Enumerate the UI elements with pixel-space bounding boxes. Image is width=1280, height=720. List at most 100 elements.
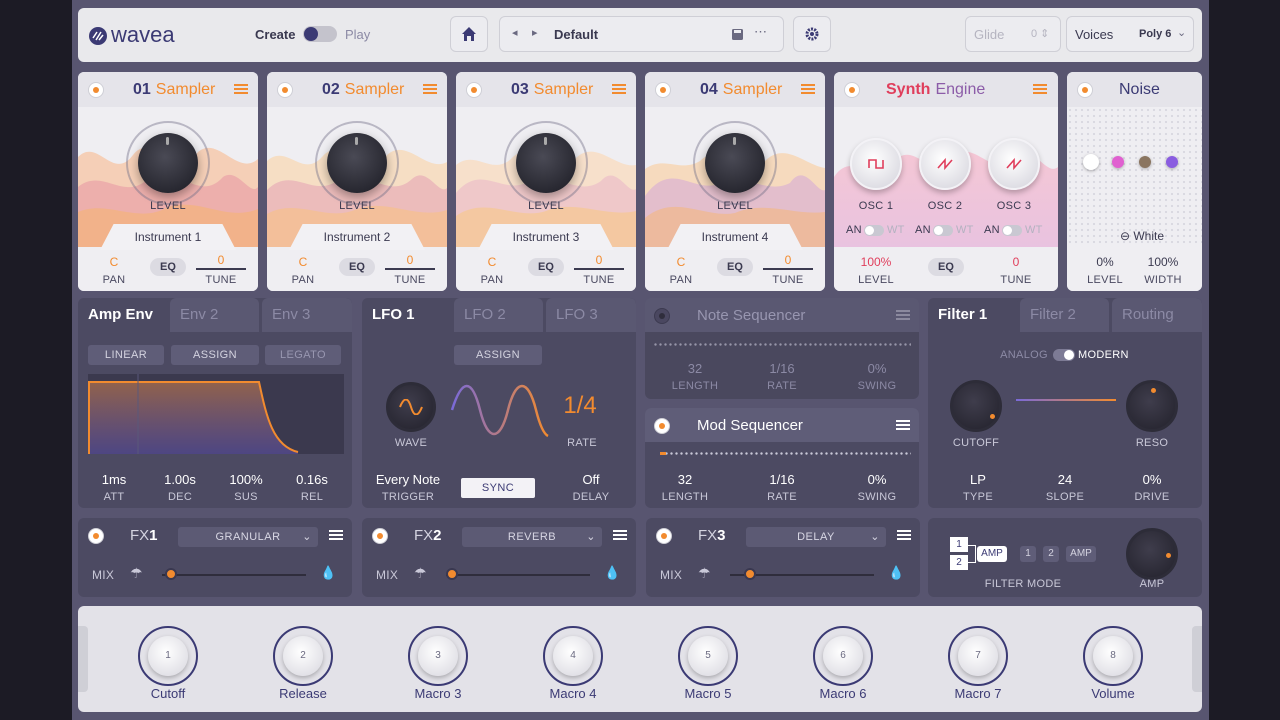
tab-lfo-3[interactable]: LFO 3	[546, 298, 636, 332]
sampler-3-tune-value[interactable]: 0	[574, 253, 624, 267]
parallel-filter-1[interactable]: 1	[950, 537, 968, 552]
macro-1-knob[interactable]: 1	[138, 626, 198, 686]
synth-tune-value[interactable]: 0	[986, 255, 1046, 269]
fx-1-effect-select[interactable]: GRANULAR ⌄	[178, 527, 318, 547]
create-play-toggle[interactable]	[303, 26, 337, 42]
trigger-value[interactable]: Every Note	[362, 472, 454, 487]
fx-2-sliders-icon[interactable]	[613, 528, 627, 542]
sampler-3-power-toggle[interactable]	[466, 82, 482, 98]
cutoff-knob[interactable]	[950, 380, 1002, 432]
sync-button[interactable]: SYNC	[461, 478, 535, 498]
tab-routing[interactable]: Routing	[1112, 298, 1202, 332]
drive-value[interactable]: 0%	[1122, 472, 1182, 487]
type-value[interactable]: LP	[948, 472, 1008, 487]
sampler-3-instrument[interactable]: Instrument 3	[478, 224, 614, 250]
settings-button[interactable]	[793, 16, 831, 52]
fx-3-mix-thumb[interactable]	[744, 568, 756, 580]
rate-value[interactable]: 1/4	[550, 392, 610, 420]
mod-seq-sliders-icon[interactable]	[896, 418, 910, 432]
voices-control[interactable]: Voices Poly 6 ⌄	[1066, 16, 1194, 52]
sliders-icon[interactable]	[1033, 82, 1047, 96]
home-button[interactable]	[450, 16, 488, 52]
save-icon[interactable]	[731, 28, 744, 41]
note-seq-length-value[interactable]: 32	[665, 361, 725, 376]
sampler-4-level-knob[interactable]	[705, 133, 765, 193]
macro-2-knob[interactable]: 2	[273, 626, 333, 686]
lfo-assign-button[interactable]: ASSIGN	[454, 345, 542, 365]
sampler-1-eq-button[interactable]: EQ	[150, 258, 186, 276]
osc-1-an-wt-toggle[interactable]	[864, 225, 884, 236]
sampler-2-level-knob[interactable]	[327, 133, 387, 193]
note-seq-swing-value[interactable]: 0%	[847, 361, 907, 376]
note-seq-rate-value[interactable]: 1/16	[752, 361, 812, 376]
tab-env-3[interactable]: Env 3	[262, 298, 352, 332]
synth-power-toggle[interactable]	[844, 82, 860, 98]
amp-knob[interactable]	[1126, 528, 1178, 580]
mod-seq-power-toggle[interactable]	[654, 418, 670, 434]
mod-seq-rate-value[interactable]: 1/16	[752, 472, 812, 487]
sampler-1-sliders-icon[interactable]	[234, 82, 248, 96]
noise-color-dot-2[interactable]	[1112, 156, 1124, 168]
fx-1-mix-thumb[interactable]	[165, 568, 177, 580]
macro-6-knob[interactable]: 6	[813, 626, 873, 686]
sampler-1-instrument[interactable]: Instrument 1	[100, 224, 236, 250]
noise-level-value[interactable]: 0%	[1075, 255, 1135, 269]
noise-type[interactable]: White	[1133, 229, 1164, 243]
fx-2-mix-thumb[interactable]	[446, 568, 458, 580]
tab-filter-1[interactable]: Filter 1	[928, 298, 1018, 332]
sampler-2-eq-button[interactable]: EQ	[339, 258, 375, 276]
glide-control[interactable]: Glide 0 ⇕	[965, 16, 1061, 52]
sampler-3-eq-button[interactable]: EQ	[528, 258, 564, 276]
synth-eq-button[interactable]: EQ	[928, 258, 964, 276]
fx-3-effect-select[interactable]: DELAY ⌄	[746, 527, 886, 547]
macro-8-knob[interactable]: 8	[1083, 626, 1143, 686]
osc-3-an-wt-toggle[interactable]	[1002, 225, 1022, 236]
serial-amp[interactable]: AMP	[1066, 546, 1096, 562]
noise-color-dot-3[interactable]	[1139, 156, 1151, 168]
fx-2-mix-slider[interactable]	[446, 574, 590, 576]
sampler-1-pan-value[interactable]: C	[94, 255, 134, 269]
sampler-2-sliders-icon[interactable]	[423, 82, 437, 96]
sampler-1-power-toggle[interactable]	[88, 82, 104, 98]
slope-value[interactable]: 24	[1035, 472, 1095, 487]
macro-4-knob[interactable]: 4	[543, 626, 603, 686]
note-seq-steps[interactable]	[653, 343, 911, 346]
sampler-2-power-toggle[interactable]	[277, 82, 293, 98]
sampler-2-pan-value[interactable]: C	[283, 255, 323, 269]
fx-3-sliders-icon[interactable]	[897, 528, 911, 542]
osc-1-knob[interactable]	[850, 138, 902, 190]
mod-seq-swing-value[interactable]: 0%	[847, 472, 907, 487]
note-seq-sliders-icon[interactable]	[896, 308, 910, 322]
osc-2-an-wt-toggle[interactable]	[933, 225, 953, 236]
parallel-filter-2[interactable]: 2	[950, 555, 968, 570]
noise-width-value[interactable]: 100%	[1133, 255, 1193, 269]
sampler-3-pan-value[interactable]: C	[472, 255, 512, 269]
osc-3-knob[interactable]	[988, 138, 1040, 190]
sampler-4-eq-button[interactable]: EQ	[717, 258, 753, 276]
preset-selector[interactable]: ◂ ▸ Default ⋯	[499, 16, 784, 52]
fx-2-effect-select[interactable]: REVERB ⌄	[462, 527, 602, 547]
tab-lfo-1[interactable]: LFO 1	[362, 298, 452, 332]
sampler-4-sliders-icon[interactable]	[801, 82, 815, 96]
prev-preset-icon[interactable]: ◂	[512, 26, 518, 39]
sampler-3-level-knob[interactable]	[516, 133, 576, 193]
macro-5-knob[interactable]: 5	[678, 626, 738, 686]
sampler-1-tune-value[interactable]: 0	[196, 253, 246, 267]
tab-filter-2[interactable]: Filter 2	[1020, 298, 1109, 332]
delay-value[interactable]: Off	[545, 472, 636, 487]
tab-env-2[interactable]: Env 2	[170, 298, 259, 332]
parallel-amp[interactable]: AMP	[977, 546, 1007, 562]
sampler-4-tune-value[interactable]: 0	[763, 253, 813, 267]
sampler-2-instrument[interactable]: Instrument 2	[289, 224, 425, 250]
assign-button[interactable]: ASSIGN	[171, 345, 259, 365]
env-sus-value[interactable]: 100%	[216, 472, 276, 487]
fx-1-mix-slider[interactable]	[162, 574, 306, 576]
sampler-3-sliders-icon[interactable]	[612, 82, 626, 96]
fx-1-sliders-icon[interactable]	[329, 528, 343, 542]
next-preset-icon[interactable]: ▸	[532, 26, 538, 39]
noise-color-dot-4[interactable]	[1166, 156, 1178, 168]
env-att-value[interactable]: 1ms	[84, 472, 144, 487]
tab-lfo-2[interactable]: LFO 2	[454, 298, 543, 332]
linear-button[interactable]: LINEAR	[88, 345, 164, 365]
noise-color-dot-1[interactable]	[1083, 154, 1099, 170]
